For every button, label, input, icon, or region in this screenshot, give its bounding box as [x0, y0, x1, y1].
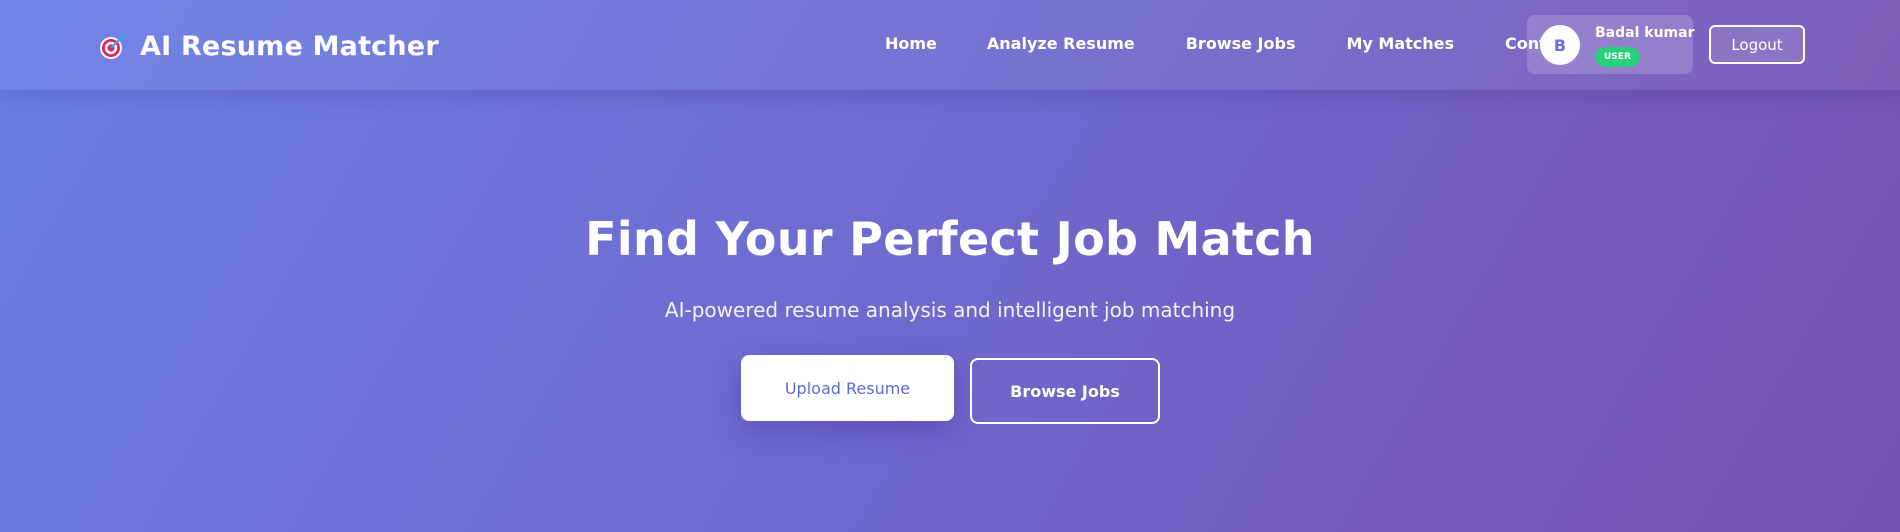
brand[interactable]: AI Resume Matcher — [98, 26, 439, 66]
hero-subtitle: AI-powered resume analysis and intellige… — [664, 298, 1236, 322]
upload-resume-button[interactable]: Upload Resume — [741, 355, 954, 421]
nav-browse-jobs[interactable]: Browse Jobs — [1186, 34, 1296, 53]
nav-analyze-resume[interactable]: Analyze Resume — [987, 34, 1135, 53]
top-navbar: AI Resume Matcher Home Analyze Resume Br… — [0, 0, 1900, 90]
avatar: B — [1540, 25, 1580, 65]
brand-title: AI Resume Matcher — [140, 30, 439, 62]
user-role-badge: USER — [1595, 47, 1640, 67]
nav-my-matches[interactable]: My Matches — [1346, 34, 1454, 53]
logout-button[interactable]: Logout — [1709, 25, 1805, 64]
hero-title: Find Your Perfect Job Match — [585, 212, 1315, 266]
user-profile-card[interactable]: B Badal kumar USER — [1527, 15, 1695, 74]
user-name: Badal kumar — [1595, 25, 1695, 41]
target-dart-icon — [100, 33, 126, 59]
nav-home[interactable]: Home — [885, 34, 937, 53]
browse-jobs-button[interactable]: Browse Jobs — [970, 358, 1160, 424]
main-nav: Home Analyze Resume Browse Jobs My Match… — [870, 34, 1575, 53]
